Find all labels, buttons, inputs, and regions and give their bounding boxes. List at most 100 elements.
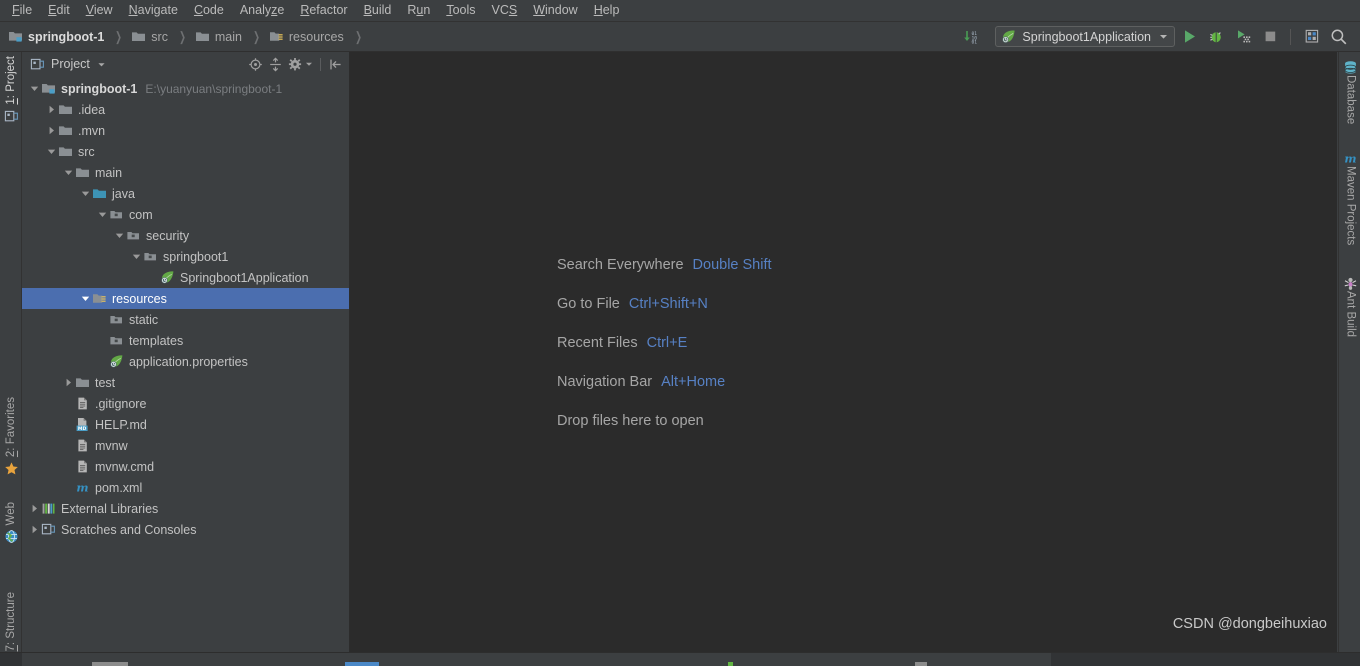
tree-node-label: templates	[129, 333, 184, 348]
tree-node[interactable]: springboot1	[22, 246, 349, 267]
menu-item-help[interactable]: Help	[586, 0, 628, 21]
tree-node-label: com	[129, 207, 153, 222]
stripe-tab-web[interactable]: Web	[0, 502, 22, 544]
spring-leaf-icon	[1001, 29, 1017, 45]
menu-item-view[interactable]: View	[78, 0, 121, 21]
menu-item-tools[interactable]: Tools	[438, 0, 483, 21]
package-icon	[142, 249, 159, 264]
chevron-down-icon[interactable]	[1159, 32, 1168, 41]
tree-node[interactable]: Springboot1Application	[22, 267, 349, 288]
menu-item-window[interactable]: Window	[525, 0, 585, 21]
editor-empty-area[interactable]: Search Everywhere Double Shift Go to File C…	[350, 52, 1337, 652]
chevron-down-icon[interactable]	[28, 83, 40, 95]
tree-node-label: security	[146, 228, 190, 243]
menu-item-vcs[interactable]: VCS	[484, 0, 526, 21]
menu-item-file[interactable]: File	[4, 0, 40, 21]
update-running-application-button[interactable]: 01 10 01	[959, 25, 985, 49]
tree-node[interactable]: MD HELP.md	[22, 414, 349, 435]
stop-button[interactable]	[1257, 25, 1283, 49]
chevron-right-icon[interactable]	[62, 377, 74, 389]
tree-node[interactable]: java	[22, 183, 349, 204]
editor-hint-drop-files-here-to-open[interactable]: Drop files here to open	[557, 401, 772, 440]
folder-icon	[57, 144, 74, 159]
stripe-tab-maven-projects[interactable]: m Maven Projects	[1339, 147, 1360, 246]
tree-node-label: pom.xml	[95, 480, 143, 495]
chevron-down-icon[interactable]	[113, 230, 125, 242]
tree-node[interactable]: mvnw	[22, 435, 349, 456]
chevron-down-icon[interactable]	[97, 60, 106, 69]
toggle-layout-button[interactable]	[1299, 25, 1325, 49]
menu-item-navigate[interactable]: Navigate	[121, 0, 186, 21]
settings-button[interactable]	[285, 54, 305, 74]
debug-button[interactable]	[1203, 25, 1229, 49]
project-panel-toolbar	[245, 54, 345, 74]
run-button[interactable]	[1176, 25, 1202, 49]
editor-hint-shortcut: Double Shift	[692, 256, 772, 273]
right-tool-window-stripe: Database m Maven Projects Ant Build	[1338, 52, 1360, 666]
stripe-tab-2--favorites[interactable]: 2: Favorites	[0, 397, 22, 476]
stripe-tab-label: Web	[4, 502, 17, 526]
run-configuration-selector[interactable]: Springboot1Application	[995, 26, 1175, 47]
menu-item-edit[interactable]: Edit	[40, 0, 78, 21]
editor-hint-shortcut: Ctrl+E	[646, 334, 688, 351]
menu-item-analyze[interactable]: Analyze	[232, 0, 292, 21]
tree-node[interactable]: src	[22, 141, 349, 162]
menu-bar: File Edit View Navigate Code Analyze Refactor B…	[0, 0, 1360, 22]
chevron-right-icon[interactable]	[45, 104, 57, 116]
hide-panel-button[interactable]	[325, 54, 345, 74]
tree-node[interactable]: main	[22, 162, 349, 183]
breadcrumb-item-springboot-1[interactable]: springboot-1	[8, 29, 104, 44]
stripe-tab-database[interactable]: Database	[1339, 56, 1360, 124]
editor-hint-recent-files[interactable]: Recent Files Ctrl+E	[557, 323, 772, 362]
tree-node[interactable]: mvnw.cmd	[22, 456, 349, 477]
chevron-down-icon[interactable]	[96, 209, 108, 221]
maven-m-icon: m	[74, 480, 91, 495]
tree-node[interactable]: templates	[22, 330, 349, 351]
project-icon	[30, 57, 45, 72]
menu-item-code[interactable]: Code	[186, 0, 232, 21]
menu-item-refactor[interactable]: Refactor	[292, 0, 355, 21]
breadcrumb-item-main[interactable]: main	[195, 29, 242, 44]
tree-node-label: static	[129, 312, 159, 327]
chevron-down-icon[interactable]	[45, 146, 57, 158]
tree-node[interactable]: application.properties	[22, 351, 349, 372]
collapse-all-button[interactable]	[265, 54, 285, 74]
chevron-down-icon[interactable]	[305, 60, 313, 68]
run-with-coverage-button[interactable]	[1230, 25, 1256, 49]
menu-item-run[interactable]: Run	[399, 0, 438, 21]
stripe-tab-ant-build[interactable]: Ant Build	[1339, 272, 1360, 337]
chevron-right-icon[interactable]	[28, 503, 40, 515]
editor-hint-go-to-file[interactable]: Go to File Ctrl+Shift+N	[557, 284, 772, 323]
tree-node-selected[interactable]: resources	[22, 288, 349, 309]
tree-node[interactable]: m pom.xml	[22, 477, 349, 498]
tree-node[interactable]: com	[22, 204, 349, 225]
tree-node[interactable]: springboot-1 E:\yuanyuan\springboot-1	[22, 78, 349, 99]
run-configuration-label: Springboot1Application	[1022, 29, 1151, 44]
tree-node[interactable]: .mvn	[22, 120, 349, 141]
chevron-right-icon[interactable]	[28, 524, 40, 536]
breadcrumb-item-resources[interactable]: resources	[269, 29, 344, 44]
toolbar-divider	[1290, 28, 1291, 45]
tree-node[interactable]: External Libraries	[22, 498, 349, 519]
tree-node[interactable]: security	[22, 225, 349, 246]
menu-item-build[interactable]: Build	[356, 0, 400, 21]
tree-node[interactable]: .idea	[22, 99, 349, 120]
select-opened-file-button[interactable]	[245, 54, 265, 74]
editor-hint-navigation-bar[interactable]: Navigation Bar Alt+Home	[557, 362, 772, 401]
editor-hint-shortcut: Alt+Home	[661, 373, 726, 390]
tree-node[interactable]: static	[22, 309, 349, 330]
breadcrumb-item-src[interactable]: src	[131, 29, 168, 44]
chevron-down-icon[interactable]	[79, 293, 91, 305]
search-button[interactable]	[1326, 25, 1352, 49]
chevron-down-icon[interactable]	[79, 188, 91, 200]
tree-node[interactable]: .gitignore	[22, 393, 349, 414]
chevron-down-icon[interactable]	[130, 251, 142, 263]
main-toolbar: springboot-1 ❯ src ❯ main ❯ resources ❯ 01 10 0…	[0, 22, 1360, 52]
chevron-down-icon[interactable]	[62, 167, 74, 179]
tree-node[interactable]: Scratches and Consoles	[22, 519, 349, 540]
tree-node[interactable]: test	[22, 372, 349, 393]
stripe-tab-1--project[interactable]: 1: Project	[0, 56, 22, 124]
editor-hint-search-everywhere[interactable]: Search Everywhere Double Shift	[557, 245, 772, 284]
chevron-right-icon[interactable]	[45, 125, 57, 137]
svg-text:MD: MD	[78, 426, 87, 432]
